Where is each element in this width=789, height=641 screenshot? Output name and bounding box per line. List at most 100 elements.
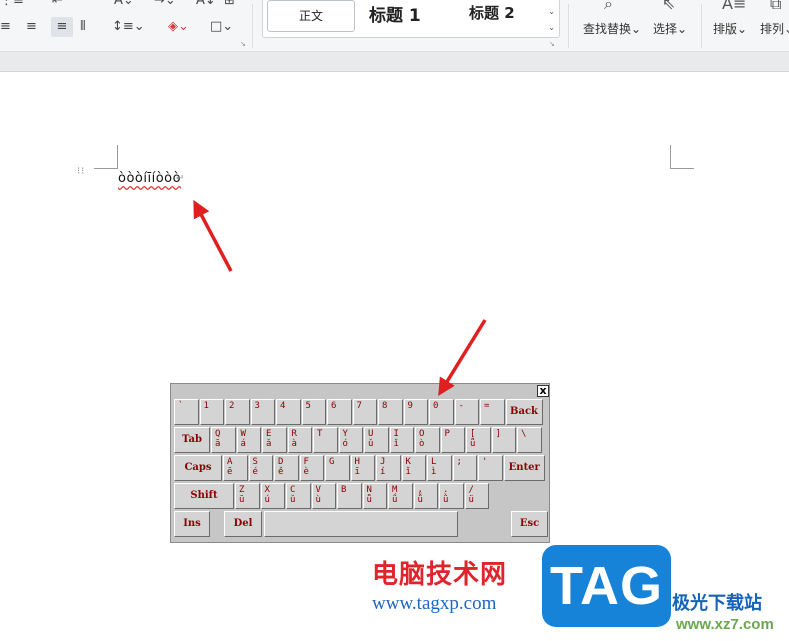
key-q[interactable]: Qā [211,427,236,453]
key-3[interactable]: 3 [250,399,275,425]
insert-key[interactable]: Ins [174,511,210,537]
key-;[interactable]: ; [452,455,477,481]
space-key[interactable] [264,511,458,537]
shift-key[interactable]: Shift [174,483,234,509]
key-m[interactable]: Mǘ [388,483,413,509]
bullet-list-icon[interactable]: ⋮≡ [0,0,24,8]
layout-icon[interactable]: A≡ [722,0,746,13]
ribbon-divider [252,4,253,48]
document-text[interactable]: òòòíīíòòò [118,171,181,186]
key-l[interactable]: Lì [427,455,452,481]
key-z[interactable]: Zū [235,483,260,509]
sort-icon[interactable]: A↓ [196,0,216,8]
enter-key[interactable]: Enter [503,455,545,481]
key-x[interactable]: Xú [260,483,285,509]
styles-scroll-down-icon[interactable]: ⌄ [548,7,555,16]
key-u[interactable]: Uǔ [364,427,389,453]
key-h[interactable]: Hī [350,455,375,481]
key-v[interactable]: Vù [311,483,336,509]
key-5[interactable]: 5 [301,399,326,425]
key-9[interactable]: 9 [403,399,428,425]
style-heading-1[interactable]: 标题 1 [369,1,421,26]
key-pinyin-label: à [291,439,297,449]
key-7[interactable]: 7 [352,399,377,425]
key-a[interactable]: Aē [223,455,248,481]
key-label: ` [178,401,184,411]
key-label: F [303,457,309,467]
key-label: M [392,485,398,495]
style-heading-2[interactable]: 标题 2 [469,2,515,23]
key-label: 0 [433,401,439,411]
key-o[interactable]: Oò [415,427,440,453]
escape-key[interactable]: Esc [511,511,548,537]
key-pinyin-label: é [252,467,258,477]
key-g[interactable]: G [325,455,350,481]
key-,[interactable]: ,ǚ [413,483,438,509]
layout-button[interactable]: 排版⌄ [713,20,747,37]
paragraph-drag-handle-icon[interactable]: ⁝⁝ [77,167,87,177]
align-left-icon[interactable]: ≡ [0,20,11,34]
key-k[interactable]: Kǐ [401,455,426,481]
keyboard-close-button[interactable]: x [537,385,549,397]
key-f[interactable]: Fè [299,455,324,481]
key-4[interactable]: 4 [276,399,301,425]
styles-expand-icon[interactable]: ⌄ [548,23,555,32]
tab-key[interactable]: Tab [174,427,210,453]
key-b[interactable]: B [337,483,362,509]
select-button[interactable]: 选择⌄ [653,20,687,37]
key-8[interactable]: 8 [378,399,403,425]
align-center-icon[interactable]: ≡ [26,20,37,34]
key-2[interactable]: 2 [225,399,250,425]
shading-icon[interactable]: ◈⌄ [168,20,189,34]
key-e[interactable]: Eǎ [262,427,287,453]
caps-lock-key[interactable]: Caps [174,455,222,481]
key-n[interactable]: Nǖ [362,483,387,509]
key-pinyin-label: ü [468,495,474,505]
key-12[interactable]: = [480,399,505,425]
key-p[interactable]: P [440,427,465,453]
distributed-align-icon[interactable]: ⦀ [80,20,86,34]
key-.[interactable]: .ǜ [439,483,464,509]
arrange-button[interactable]: 排列⌄ [760,20,789,37]
key-0[interactable]: ` [174,399,199,425]
text-direction-icon[interactable]: →⌄ [154,0,176,8]
key-'[interactable]: ' [478,455,503,481]
key-label: [ [470,429,476,439]
underline-icon[interactable]: ‾ [84,0,91,8]
borders-icon[interactable]: □⌄ [210,20,233,34]
select-cursor-icon[interactable]: ⇖ [662,0,675,13]
key-label: D [278,457,284,467]
line-spacing-icon[interactable]: ↕≡⌄ [112,20,145,34]
key-label: \ [521,429,527,439]
key-t[interactable]: T [313,427,338,453]
key-11[interactable]: - [454,399,479,425]
key-s[interactable]: Sé [248,455,273,481]
indent-icon[interactable]: ⇤ [52,0,63,8]
key-d[interactable]: Dě [274,455,299,481]
table-icon[interactable]: ⊞ [224,0,235,8]
key-6[interactable]: 6 [327,399,352,425]
key-][interactable]: ] [491,427,516,453]
delete-key[interactable]: Del [224,511,262,537]
key-y[interactable]: Yó [338,427,363,453]
style-normal[interactable]: 正文 [267,0,355,32]
key-j[interactable]: Jí [376,455,401,481]
arrange-icon[interactable]: ⧉ [770,0,781,14]
find-replace-button[interactable]: 查找替换⌄ [583,20,641,37]
backspace-key[interactable]: Back [505,399,543,425]
key-10[interactable]: 0 [429,399,454,425]
key-[[interactable]: [ǖ [466,427,491,453]
styles-settings-icon[interactable]: ↘ [549,40,555,48]
align-justify-icon[interactable]: ≡ [51,17,73,37]
key-i[interactable]: Iǐ [389,427,414,453]
key-1[interactable]: 1 [199,399,224,425]
key-r[interactable]: Rà [287,427,312,453]
key-label: / [468,485,474,495]
key-c[interactable]: Cǔ [286,483,311,509]
key-w[interactable]: Wá [236,427,261,453]
paragraph-settings-icon[interactable]: ↘ [240,40,246,48]
font-color-icon[interactable]: A⌄ [114,0,134,8]
find-replace-icon[interactable]: ⌕ [604,0,613,14]
key-/[interactable]: / ü [464,483,489,509]
key-\[interactable]: \ [517,427,542,453]
